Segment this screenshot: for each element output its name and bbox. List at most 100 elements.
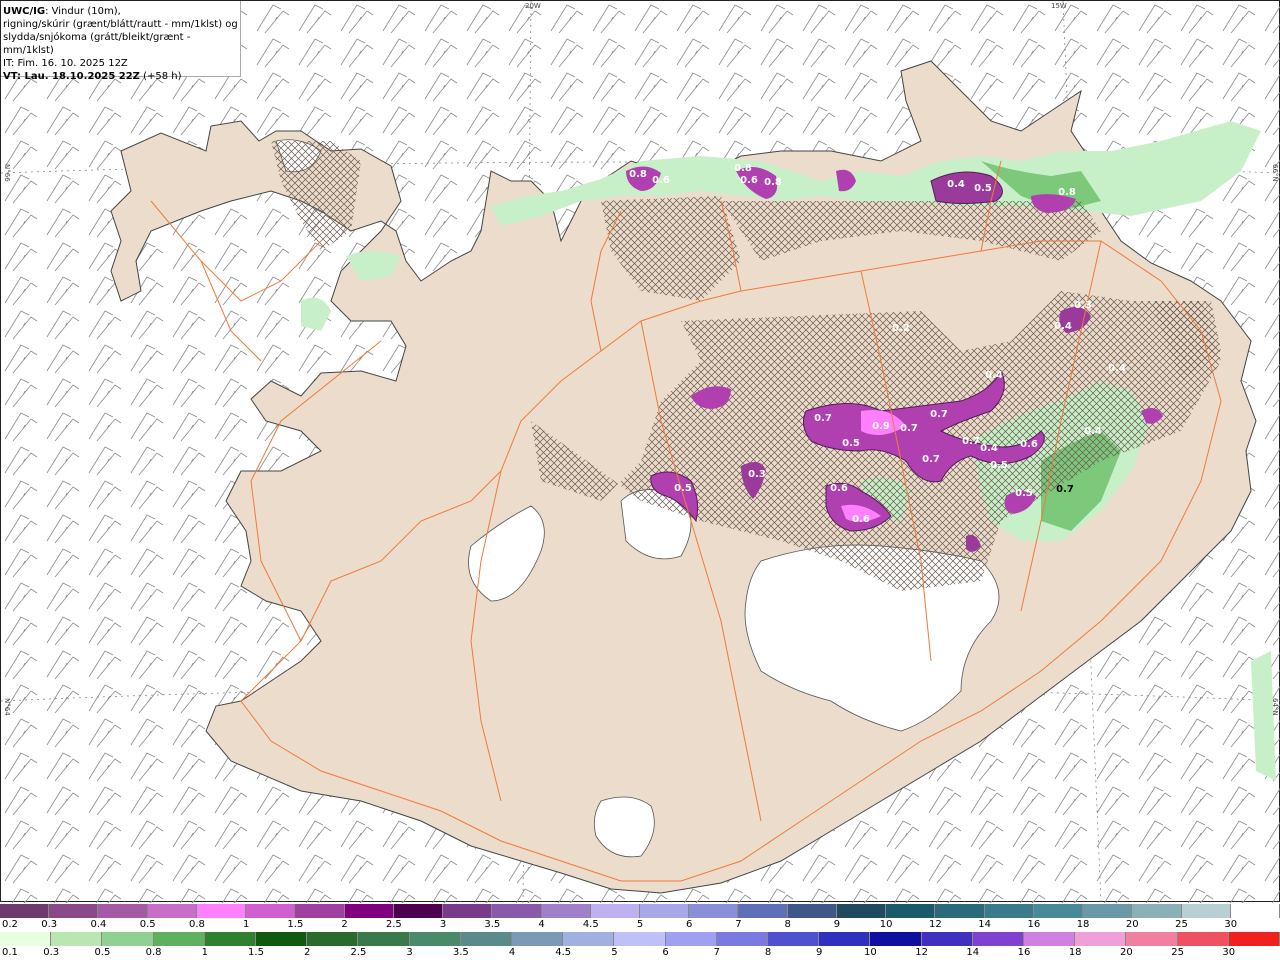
legend-rain-tick-label: 4 [508,947,516,958]
legend-snow-swatch [1033,904,1084,918]
snow-value-label: 0.4 [980,443,998,454]
legend-snow-tick-label: 4 [538,919,545,930]
legend-rain-tick-label: 7 [713,947,720,958]
legend-snow-tick-label: 16 [1027,919,1041,930]
legend-rain-scale [0,932,1280,946]
title-line3: slydda/snjókoma (grátt/bleikt/grænt - mm… [3,32,191,56]
legend-rain-swatch [358,932,410,946]
legend-rain-tick-label: 8 [764,947,772,958]
legend-snow-tick-label: 4.5 [582,919,599,930]
legend-rain-swatch [512,932,564,946]
legend-rain-tick-label: 10 [864,947,877,958]
snow-value-label: 0.6 [652,175,670,186]
legend-snow-tick-label: 0.3 [41,919,58,930]
legend-rain-swatch [563,932,615,946]
legend-snow-swatch [935,904,985,918]
snow-value-label: 0.9 [872,421,890,432]
snow-value-label: 0.4 [985,370,1003,381]
legend-rain-swatch [921,932,973,946]
legend-rain-tick-label: 0.8 [145,947,162,958]
legend-snow-swatch [49,904,99,918]
forecast-offset: (+58 h) [139,71,182,82]
legend-rain-swatch [972,932,1024,946]
legend-snow-swatch [590,904,640,918]
legend-snow-labels: 0.2 0.3 0.4 0.5 0.8 1 1.5 2 2.5 3 3.5 4 4.5 5 6 7 8 9 10 12… [0,919,1280,931]
legend-rain-tick-label: 5 [611,947,618,958]
snow-value-label: 0.7 [922,454,940,465]
legend-snow-tick-label: 1.5 [287,919,304,930]
valid-time: VT: Lau. 18.10.2025 22Z [3,71,140,82]
snow-value-label: 0.2 [892,323,910,334]
legend-snow-swatch [886,904,936,918]
model-name: UWC/IG [3,6,46,17]
snow-value-label: 0.4 [1108,363,1126,374]
legend-snow-tick-label: 8 [784,919,791,930]
legend-snow-swatch [443,904,493,918]
legend-rain-tick-label: 0.5 [94,947,111,958]
legend-rain-swatch [204,932,256,946]
legend-snow-swatch [1132,904,1182,918]
snow-value-label: 0.3 [1074,300,1092,311]
legend-snow-swatch [147,904,197,918]
legend-rain-swatch [0,932,52,946]
map-canvas: 0.80.60.80.6 0.8 0.4 0.5 0.80.20.30.40.40.70… [1,1,1280,903]
legend-snow-swatch [738,904,788,918]
legend-snow-tick-label: 25 [1175,919,1188,930]
legend-snow-tick-label: 0.2 [2,919,18,930]
snow-value-label: 0.4 [1084,426,1102,437]
snow-value-label: 0.7 [814,413,832,424]
legend-rain-tick-label: 3.5 [452,947,469,958]
legend-rain-tick-label: 6 [662,947,669,958]
legend-snow-swatch [344,904,394,918]
snow-value-label: 0.5 [674,483,692,494]
legend-rain-swatch [256,932,308,946]
legend-rain-tick-label: 0.1 [2,947,18,958]
snow-value-label: 0.4 [1054,321,1072,332]
legend-rain-tick-label: 20 [1120,947,1133,958]
legend-rain-tick-label: 0.3 [43,947,60,958]
legend-snow-swatch [984,904,1034,918]
legend-snow-swatch [640,904,690,918]
legend-rain-swatch [1177,932,1229,946]
legend-snow-swatch [1230,904,1280,918]
legend-snow-scale [0,904,1280,918]
legend-rain-tick-label: 25 [1171,947,1184,958]
legend-snow-tick-label: 12 [929,919,942,930]
legend-snow-tick-label: 30 [1224,919,1238,930]
legend-snow-tick-label: 18 [1076,919,1090,930]
legend-snow-swatch [246,904,296,918]
legend-snow-swatch [1083,904,1133,918]
legend-snow-tick-label: 2.5 [385,919,402,930]
legend-rain-tick-label: 1.5 [248,947,264,958]
legend-snow-swatch [787,904,837,918]
legend-rain-tick-label: 30 [1222,947,1236,958]
lat-label-66n-right: 66°N [1271,164,1279,182]
legend-snow-tick-label: 5 [636,919,644,930]
legend-snow-tick-label: 2 [341,919,348,930]
legend-snow-tick-label: 6 [686,919,693,930]
lat-label-64n-right: 64°N [1271,698,1279,716]
legend-rain-swatch [1126,932,1178,946]
legend-snow-tick-label: 3.5 [484,919,501,930]
legend-snow-tick-label: 0.4 [90,919,107,930]
legend-rain-swatch [1228,932,1280,946]
weather-map: 0.8 0.6 0.8 0.6 0.8 0.4 0.5 0.8 0.2 0.3 0.4 0.4 0.7 0… [0,0,1280,903]
map-info-box: UWC/IG: Vindur (10m), rigning/skúrir (gr… [1,1,241,82]
legend-rain-swatch [1024,932,1076,946]
snow-value-label: 0.6 [830,483,848,494]
snow-value-label: 0.4 [947,179,965,190]
legend-snow-tick-label: 0.8 [188,919,205,930]
legend-rain-swatch [460,932,512,946]
legend-snow-swatch [541,904,591,918]
snow-value-label: 0.3 [748,469,766,480]
legend-rain-swatch [307,932,359,946]
legend-snow-tick-label: 3 [439,919,447,930]
title-line1: : Vindur (10m), [45,6,121,17]
title-line2: rigning/skúrir (grænt/blátt/rautt - mm/1… [3,19,238,30]
legend-rain-swatch [768,932,820,946]
legend-rain-swatch [665,932,717,946]
snow-value-label: 0.6 [740,175,758,186]
legend-rain-tick-label: 16 [1017,947,1031,958]
lat-label-64n-left: N°64 [3,698,11,716]
legend-snow-tick-label: 1 [242,919,250,930]
